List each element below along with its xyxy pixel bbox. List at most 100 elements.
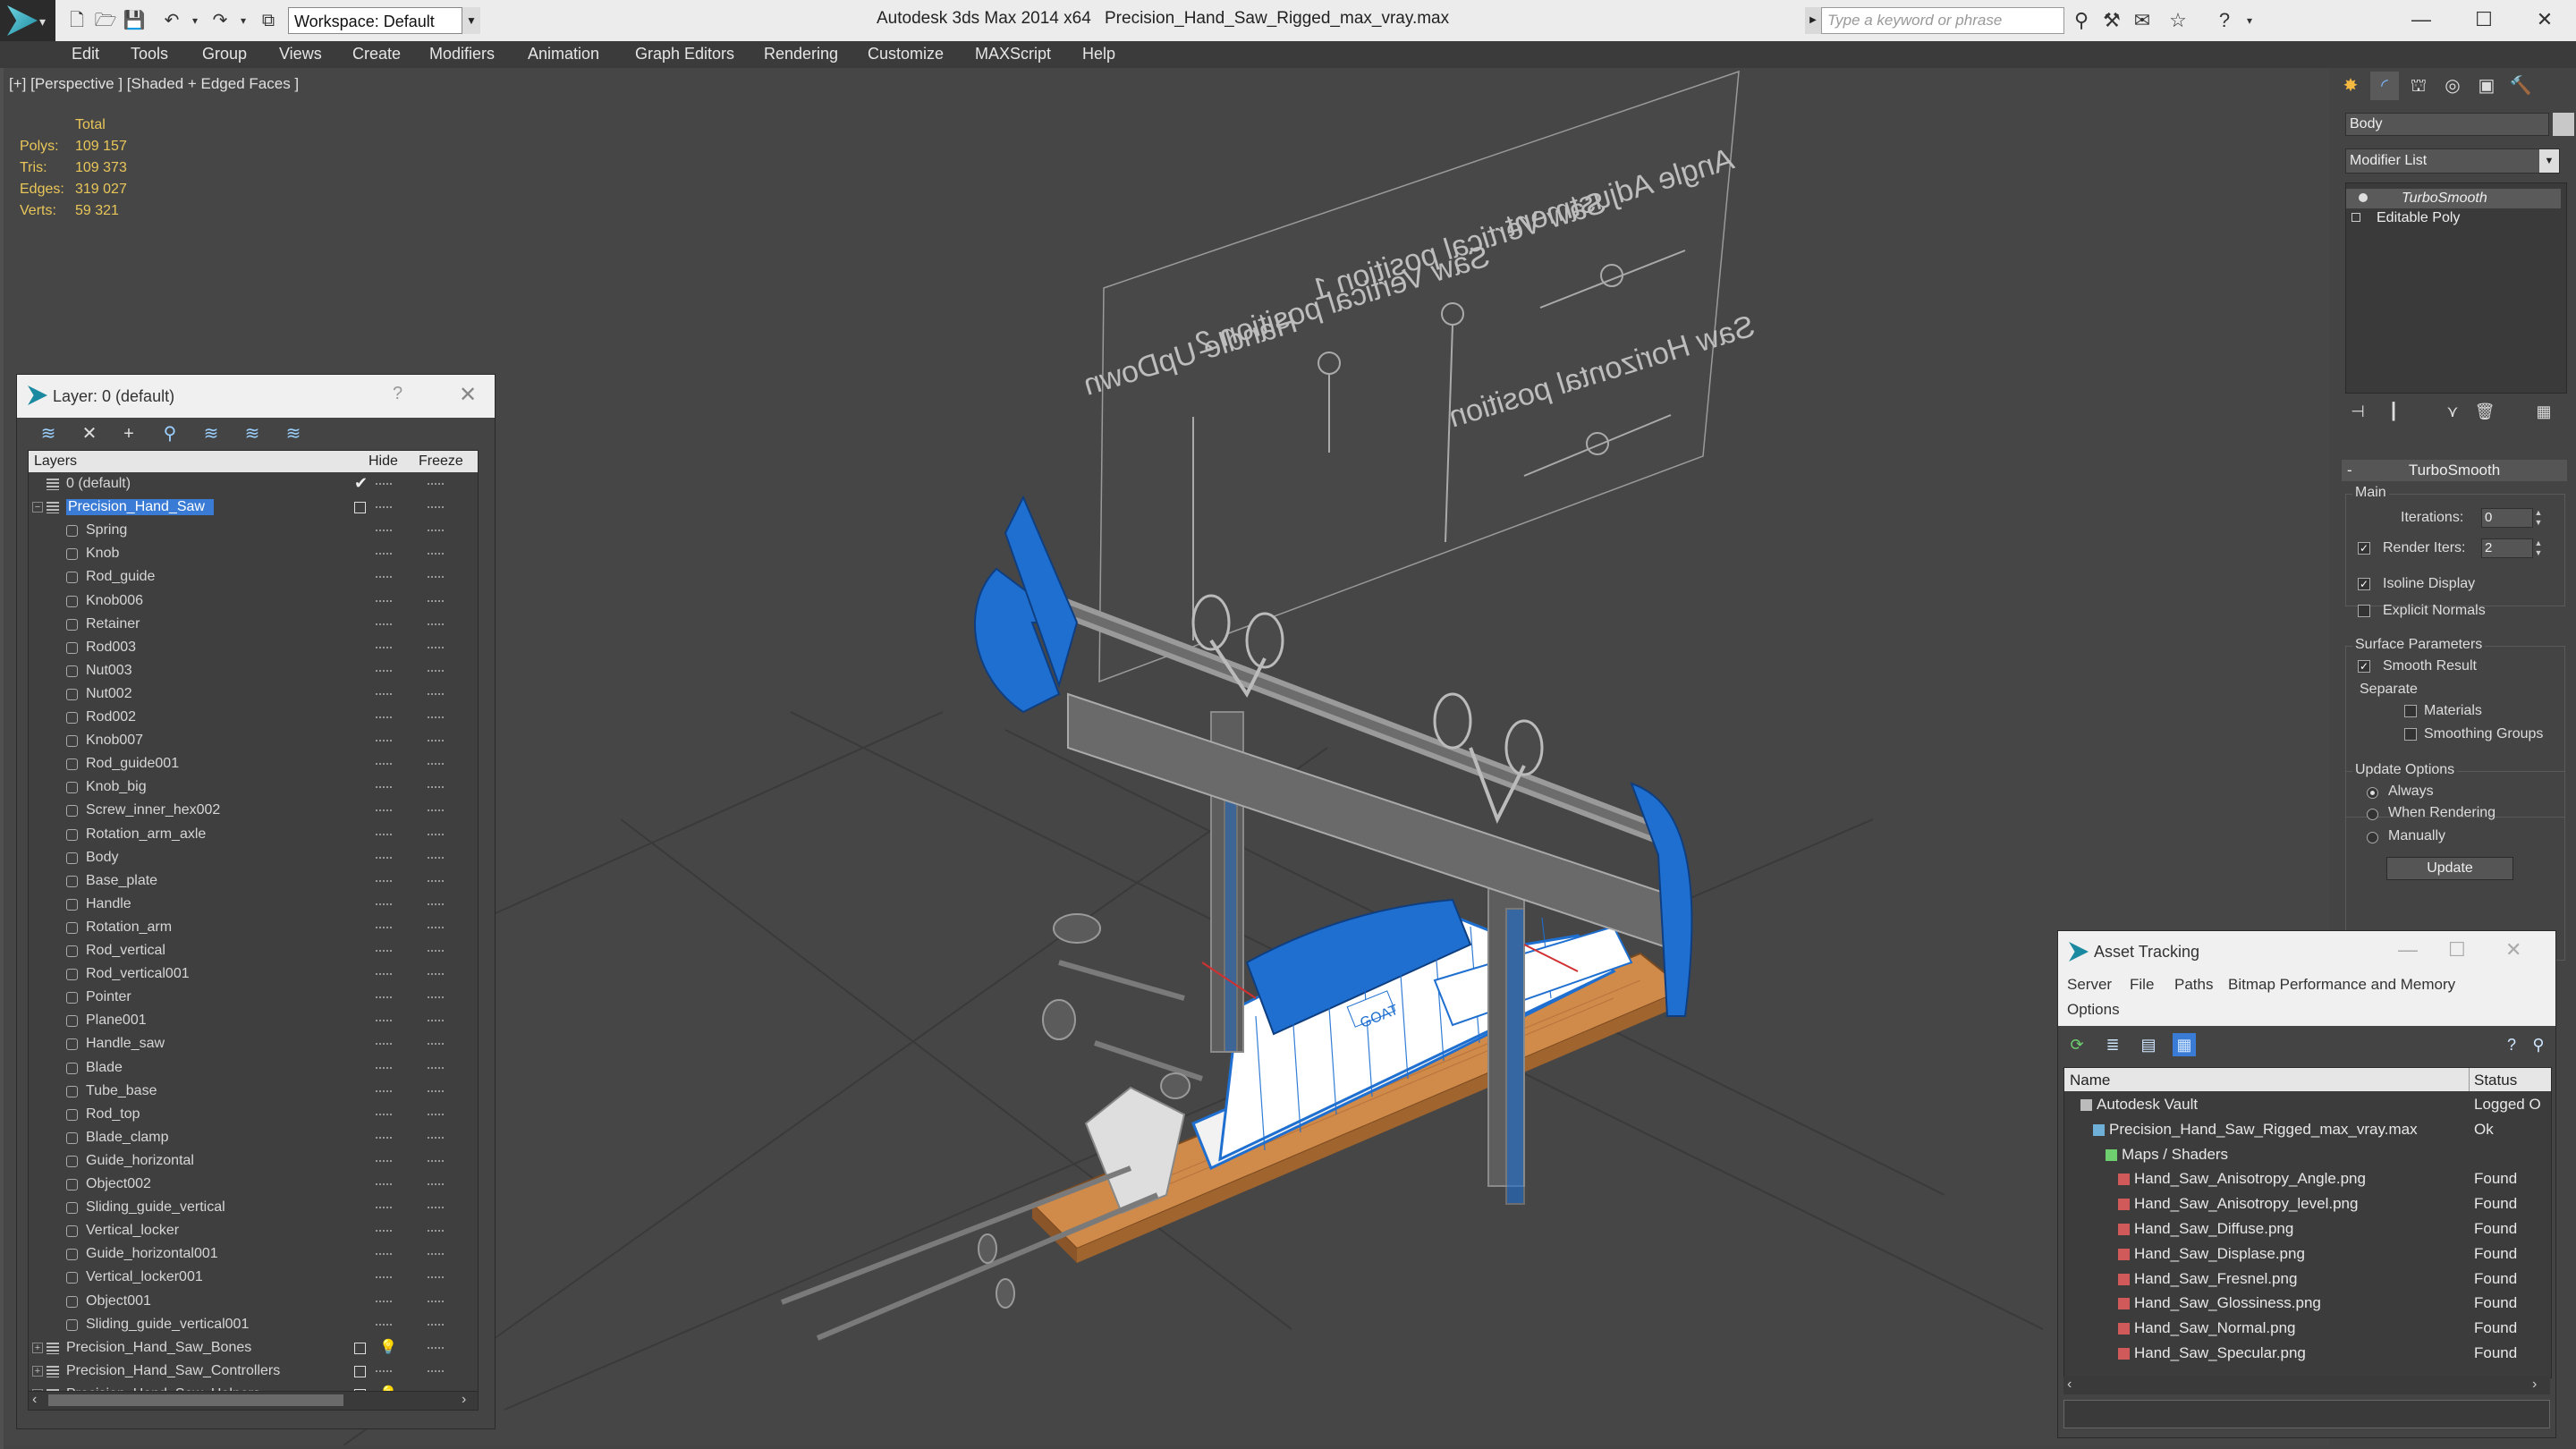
freeze-toggle[interactable] <box>428 1020 444 1024</box>
hide-toggle[interactable] <box>376 669 392 674</box>
expand-icon[interactable]: + <box>32 1342 43 1353</box>
explicit-normals-checkbox[interactable] <box>2358 605 2370 617</box>
asset-row[interactable]: Hand_Saw_Fresnel.png Found <box>2064 1267 2551 1291</box>
freeze-toggle[interactable] <box>428 646 444 651</box>
manually-radio[interactable] <box>2367 832 2378 843</box>
freeze-toggle[interactable] <box>428 833 444 838</box>
collapse-icon[interactable]: − <box>32 502 43 513</box>
object-row[interactable]: Knob006 <box>29 591 478 613</box>
menu-graph-editors[interactable]: Graph Editors <box>635 45 734 64</box>
hide-toggle[interactable] <box>376 646 392 651</box>
hide-toggle[interactable] <box>376 950 392 954</box>
hide-toggle[interactable] <box>376 1323 392 1328</box>
object-row[interactable]: Retainer <box>29 614 478 636</box>
freeze-toggle[interactable] <box>428 599 444 605</box>
object-name-field[interactable]: Body <box>2345 113 2549 136</box>
update-button[interactable]: Update <box>2386 857 2513 880</box>
subscription-icon[interactable]: ⚒ <box>2098 7 2125 34</box>
maximize-button[interactable]: ☐ <box>2448 938 2466 962</box>
set-current-layer-box[interactable] <box>354 1342 366 1354</box>
add-to-layer-icon[interactable]: + <box>115 421 142 446</box>
modifier-stack[interactable]: TurboSmooth Editable Poly <box>2345 182 2567 394</box>
object-row[interactable]: Rod_top <box>29 1105 478 1126</box>
close-button[interactable]: ✕ <box>2522 4 2567 36</box>
freeze-toggle[interactable] <box>428 483 444 487</box>
freeze-toggle[interactable] <box>428 1369 444 1375</box>
motion-tab-icon[interactable]: ◎ <box>2438 72 2467 100</box>
hide-toggle[interactable] <box>376 692 392 698</box>
help-dropdown-icon[interactable]: ▾ <box>2236 7 2263 34</box>
spinner-arrows-icon[interactable]: ▲ ▼ <box>2533 538 2544 558</box>
delete-layer-icon[interactable]: ✕ <box>76 421 103 446</box>
workspace-dropdown[interactable]: Workspace: Default <box>288 7 479 34</box>
column-hide[interactable]: Hide <box>369 453 398 470</box>
binoculars-icon[interactable]: ⚲ <box>2068 7 2095 34</box>
when-rendering-radio[interactable] <box>2367 809 2378 820</box>
maximize-button[interactable]: ☐ <box>2462 4 2506 36</box>
object-row[interactable]: Knob <box>29 544 478 565</box>
layer-window-titlebar[interactable]: Layer: 0 (default) ? ✕ <box>17 375 495 418</box>
freeze-toggle[interactable] <box>428 1253 444 1258</box>
freeze-toggle[interactable] <box>428 1183 444 1188</box>
hide-toggle[interactable] <box>376 599 392 605</box>
menu-group[interactable]: Group <box>202 45 247 64</box>
asset-row[interactable]: Precision_Hand_Saw_Rigged_max_vray.max Ok <box>2064 1118 2551 1141</box>
freeze-toggle[interactable] <box>428 786 444 791</box>
object-row[interactable]: Rod003 <box>29 638 478 659</box>
smoothing-groups-checkbox[interactable] <box>2404 728 2417 741</box>
menu-modifiers[interactable]: Modifiers <box>429 45 495 64</box>
object-row[interactable]: Blade_clamp <box>29 1128 478 1149</box>
table-view-icon[interactable]: ▦ <box>2173 1033 2196 1056</box>
render-iters-checkbox[interactable]: ✓ <box>2358 542 2370 555</box>
object-row[interactable]: Rod002 <box>29 708 478 729</box>
object-row[interactable]: Plane001 <box>29 1011 478 1032</box>
asset-row[interactable]: Hand_Saw_Normal.png Found <box>2064 1317 2551 1340</box>
create-tab-icon[interactable]: ✸ <box>2336 72 2365 100</box>
materials-checkbox[interactable] <box>2404 705 2417 717</box>
expand-box-icon[interactable] <box>2351 213 2360 222</box>
chevron-down-icon[interactable]: ▼ <box>462 7 480 34</box>
smooth-result-checkbox[interactable]: ✓ <box>2358 660 2370 673</box>
hide-toggle[interactable] <box>376 740 392 744</box>
hide-toggle[interactable] <box>376 856 392 861</box>
iterations-spinner[interactable]: 0 <box>2481 508 2533 528</box>
help-icon[interactable]: ? <box>2211 7 2238 34</box>
freeze-toggle[interactable] <box>428 926 444 931</box>
hide-toggle[interactable] <box>376 716 392 721</box>
hide-toggle[interactable] <box>376 833 392 838</box>
object-row[interactable]: Sliding_guide_vertical <box>29 1198 478 1219</box>
object-row[interactable]: Rod_guide001 <box>29 754 478 775</box>
hide-toggle[interactable] <box>376 576 392 580</box>
freeze-toggle[interactable] <box>428 1300 444 1305</box>
hide-toggle[interactable] <box>376 1183 392 1188</box>
menu-paths[interactable]: Paths <box>2174 976 2213 994</box>
redo-dropdown-icon[interactable]: ▾ <box>231 8 256 33</box>
hide-toggle[interactable] <box>376 973 392 978</box>
configure-modifier-sets-icon[interactable]: ▦ <box>2531 399 2556 424</box>
remove-modifier-icon[interactable]: 🗑 <box>2472 399 2497 424</box>
object-row[interactable]: Pointer <box>29 987 478 1009</box>
hide-toggle[interactable] <box>376 1066 392 1072</box>
scroll-left-icon[interactable]: ‹ <box>32 1392 37 1408</box>
hide-all-layers-icon[interactable]: ≋ <box>239 421 266 446</box>
help-icon[interactable]: ? <box>393 384 402 404</box>
open-file-icon[interactable]: 🗁 <box>93 8 118 33</box>
make-unique-icon[interactable]: ⋎ <box>2440 399 2465 424</box>
expand-icon[interactable]: + <box>32 1365 43 1377</box>
freeze-toggle[interactable] <box>428 763 444 767</box>
freeze-toggle[interactable] <box>428 1207 444 1211</box>
freeze-toggle[interactable] <box>428 996 444 1001</box>
object-row[interactable]: Rod_guide <box>29 567 478 589</box>
menu-create[interactable]: Create <box>352 45 401 64</box>
hide-toggle[interactable] <box>376 926 392 931</box>
menu-file[interactable]: File <box>2130 976 2154 994</box>
freeze-toggle[interactable] <box>428 950 444 954</box>
undo-dropdown-icon[interactable]: ▾ <box>182 8 208 33</box>
object-row[interactable]: Body <box>29 848 478 869</box>
asset-row[interactable]: Hand_Saw_Anisotropy_Angle.png Found <box>2064 1167 2551 1191</box>
project-folder-icon[interactable]: ⧉ <box>256 8 281 33</box>
highlight-selected-icon[interactable]: ≋ <box>198 421 225 446</box>
object-row[interactable]: Nut002 <box>29 684 478 706</box>
asset-row[interactable]: Hand_Saw_Diffuse.png Found <box>2064 1217 2551 1241</box>
freeze-toggle[interactable] <box>428 973 444 978</box>
